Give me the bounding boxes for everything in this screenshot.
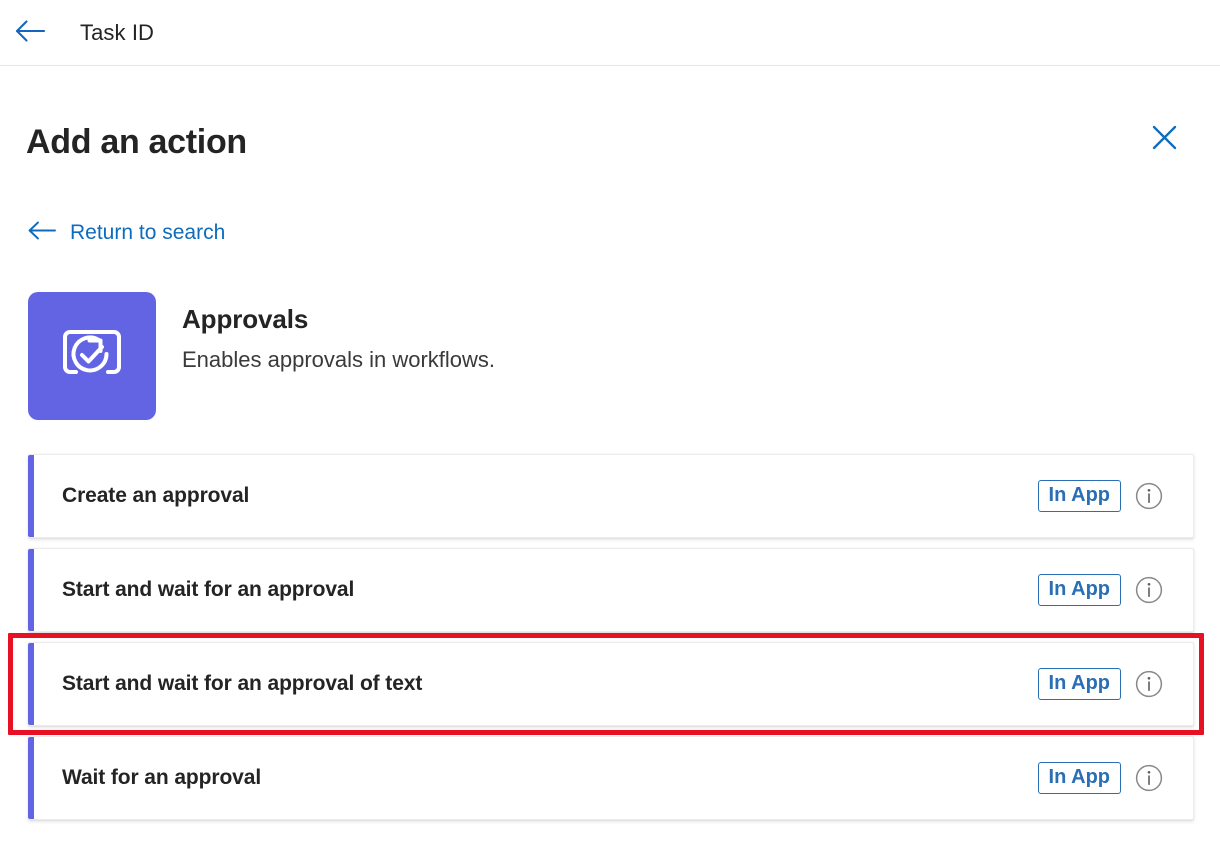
action-card-start-and-wait-for-an-approval[interactable]: Start and wait for an approval In App (28, 548, 1194, 632)
approvals-icon (52, 314, 132, 399)
action-label: Start and wait for an approval (62, 578, 355, 601)
list-item: Wait for an approval In App (28, 736, 1194, 820)
list-item: Start and wait for an approval In App (28, 548, 1194, 632)
info-circle-icon[interactable] (1135, 576, 1163, 604)
panel-header: Add an action (26, 66, 1194, 161)
accent-bar (28, 643, 34, 725)
accent-bar (28, 737, 34, 819)
page-title: Add an action (26, 123, 247, 161)
accent-bar (28, 549, 34, 631)
return-to-search-link[interactable]: Return to search (28, 221, 225, 245)
status-badge[interactable]: In App (1037, 762, 1121, 794)
back-button[interactable] (4, 7, 56, 59)
action-card-wait-for-an-approval[interactable]: Wait for an approval In App (28, 736, 1194, 820)
action-label: Wait for an approval (62, 766, 262, 789)
connector-meta: Approvals Enables approvals in workflows… (182, 292, 495, 373)
top-bar: Task ID (0, 0, 1220, 66)
info-circle-icon[interactable] (1135, 670, 1163, 698)
list-item: Create an approval In App (28, 454, 1194, 538)
list-item: Start and wait for an approval of text I… (8, 633, 1204, 735)
return-to-search-label: Return to search (70, 221, 226, 244)
connector-description: Enables approvals in workflows. (182, 347, 496, 372)
connector-name: Approvals (182, 304, 309, 334)
action-card-create-an-approval[interactable]: Create an approval In App (28, 454, 1194, 538)
connector-logo (28, 292, 156, 420)
accent-bar (28, 455, 34, 537)
close-button[interactable] (1142, 117, 1186, 161)
action-label: Start and wait for an approval of text (62, 672, 423, 695)
top-bar-title: Task ID (80, 19, 155, 45)
arrow-left-icon (28, 221, 56, 245)
action-card-start-and-wait-for-an-approval-of-text[interactable]: Start and wait for an approval of text I… (28, 642, 1194, 726)
connector-header: Approvals Enables approvals in workflows… (28, 292, 1194, 420)
status-badge[interactable]: In App (1037, 668, 1121, 700)
status-badge[interactable]: In App (1037, 574, 1121, 606)
action-list: Create an approval In App Start and wait… (8, 454, 1204, 820)
add-action-panel: Add an action Return to search Approvals… (0, 66, 1220, 820)
arrow-left-icon (15, 20, 46, 45)
action-label: Create an approval (62, 484, 250, 507)
info-circle-icon[interactable] (1135, 764, 1163, 792)
info-circle-icon[interactable] (1135, 482, 1163, 510)
status-badge[interactable]: In App (1037, 480, 1121, 512)
close-icon (1151, 124, 1178, 154)
